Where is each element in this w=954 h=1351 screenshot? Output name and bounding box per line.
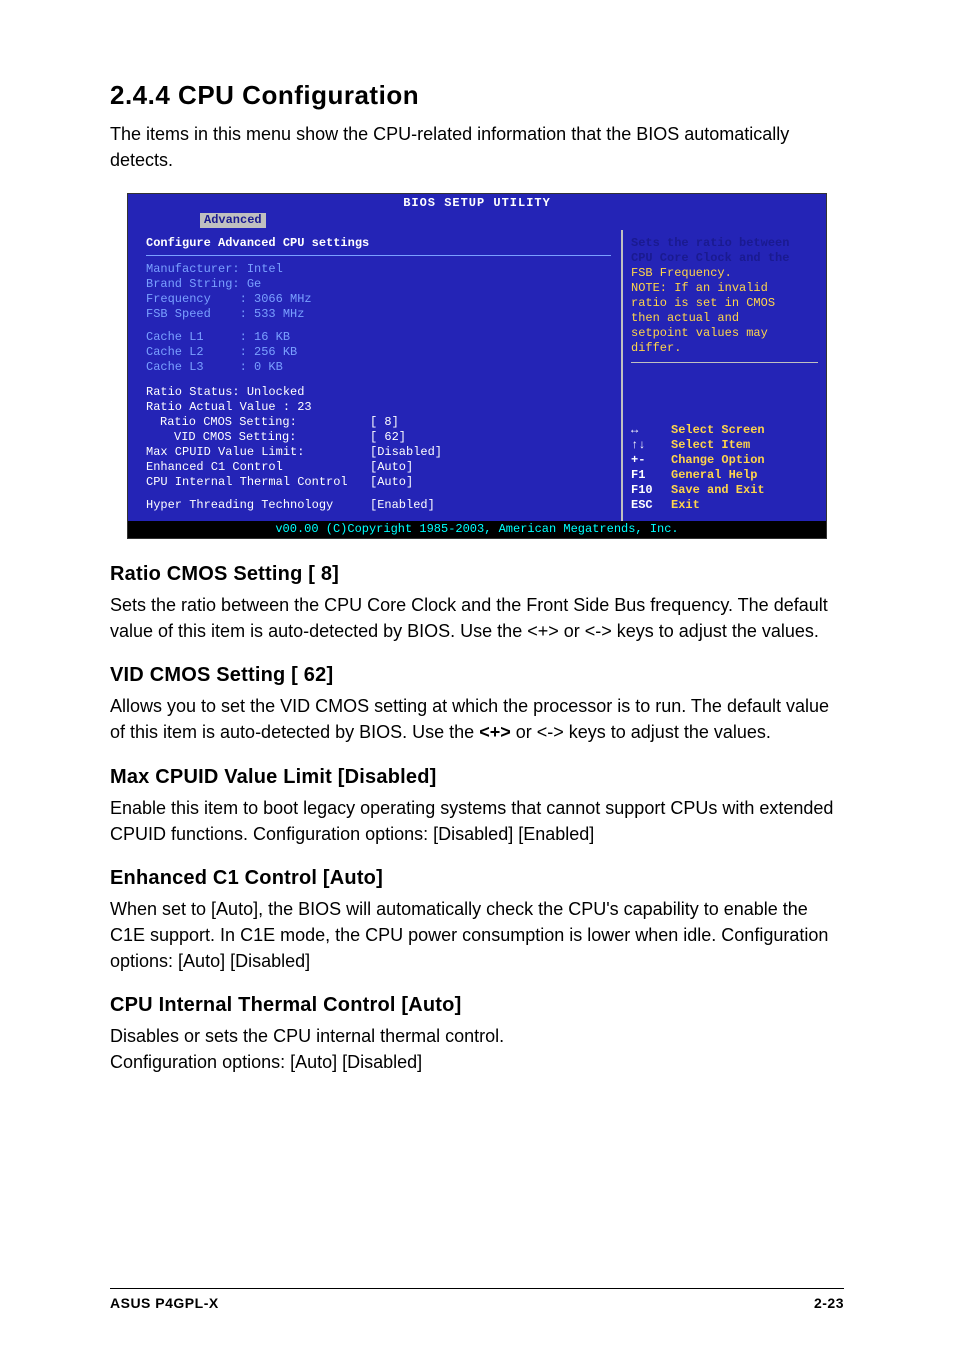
- nav-desc: Exit: [671, 498, 700, 513]
- setting-value: [Enabled]: [370, 498, 435, 513]
- sub-cpuid-body: Enable this item to boot legacy operatin…: [110, 795, 844, 847]
- sub-ratio-body: Sets the ratio between the CPU Core Cloc…: [110, 592, 844, 644]
- bios-copyright: v00.00 (C)Copyright 1985-2003, American …: [128, 521, 826, 538]
- help-line: FSB Frequency.: [631, 266, 818, 281]
- ratio-actual: Ratio Actual Value : 23: [146, 400, 611, 415]
- cpu-l1: Cache L1 : 16 KB: [146, 330, 611, 345]
- section-title: 2.4.4 CPU Configuration: [110, 80, 844, 111]
- sub-ratio-title: Ratio CMOS Setting [ 8]: [110, 563, 844, 586]
- nav-change-option: +-Change Option: [631, 453, 818, 468]
- setting-label: Ratio CMOS Setting:: [160, 415, 370, 430]
- help-line: CPU Core Clock and the: [631, 251, 818, 266]
- bios-left-pane: Configure Advanced CPU settings Manufact…: [128, 230, 621, 521]
- nav-exit: ESCExit: [631, 498, 818, 513]
- text-line: Configuration options: [Auto] [Disabled]: [110, 1052, 422, 1072]
- page-footer: ASUS P4GPL-X 2-23: [110, 1288, 844, 1311]
- nav-key: ESC: [631, 498, 671, 513]
- bios-nav: ↔Select Screen ↑↓Select Item +-Change Op…: [631, 423, 818, 513]
- setting-max-cpuid[interactable]: Max CPUID Value Limit: [Disabled]: [146, 445, 611, 460]
- setting-value: [Auto]: [370, 475, 413, 490]
- nav-desc: Select Screen: [671, 423, 765, 438]
- sub-vid-body: Allows you to set the VID CMOS setting a…: [110, 693, 844, 745]
- sub-c1-title: Enhanced C1 Control [Auto]: [110, 867, 844, 890]
- setting-value: [ 62]: [370, 430, 406, 445]
- text-bold: <+>: [479, 722, 511, 742]
- bios-tab-advanced[interactable]: Advanced: [200, 213, 266, 228]
- sub-c1-body: When set to [Auto], the BIOS will automa…: [110, 896, 844, 974]
- help-line: Sets the ratio between: [631, 236, 818, 251]
- cpu-l3: Cache L3 : 0 KB: [146, 360, 611, 375]
- text-line: Disables or sets the CPU internal therma…: [110, 1026, 504, 1046]
- nav-key: +-: [631, 453, 671, 468]
- nav-key: ↑↓: [631, 438, 671, 453]
- setting-label: Hyper Threading Technology: [146, 498, 370, 513]
- bios-tabs: Advanced: [128, 213, 826, 230]
- setting-label: VID CMOS Setting:: [174, 430, 370, 445]
- help-line: NOTE: If an invalid: [631, 281, 818, 296]
- setting-value: [Disabled]: [370, 445, 442, 460]
- nav-select-screen: ↔Select Screen: [631, 423, 818, 438]
- nav-key: F1: [631, 468, 671, 483]
- setting-thermal[interactable]: CPU Internal Thermal Control [Auto]: [146, 475, 611, 490]
- nav-general-help: F1General Help: [631, 468, 818, 483]
- setting-value: [Auto]: [370, 460, 413, 475]
- setting-label: Enhanced C1 Control: [146, 460, 370, 475]
- setting-label: CPU Internal Thermal Control: [146, 475, 370, 490]
- help-line: setpoint values may: [631, 326, 818, 341]
- nav-desc: Select Item: [671, 438, 750, 453]
- nav-save-exit: F10Save and Exit: [631, 483, 818, 498]
- sub-vid-title: VID CMOS Setting [ 62]: [110, 664, 844, 687]
- footer-right: 2-23: [814, 1295, 844, 1311]
- setting-ratio-cmos[interactable]: Ratio CMOS Setting: [ 8]: [146, 415, 611, 430]
- section-intro: The items in this menu show the CPU-rela…: [110, 121, 844, 173]
- cpu-frequency: Frequency : 3066 MHz: [146, 292, 611, 307]
- nav-key: ↔: [631, 423, 671, 438]
- cpu-l2: Cache L2 : 256 KB: [146, 345, 611, 360]
- nav-desc: Change Option: [671, 453, 765, 468]
- text-part: or <-> keys to adjust the values.: [511, 722, 771, 742]
- cpu-fsb: FSB Speed : 533 MHz: [146, 307, 611, 322]
- cpu-brand: Brand String: Ge: [146, 277, 611, 292]
- ratio-status: Ratio Status: Unlocked: [146, 385, 611, 400]
- footer-left: ASUS P4GPL-X: [110, 1295, 219, 1311]
- bios-help-pane: Sets the ratio between CPU Core Clock an…: [621, 230, 826, 521]
- nav-select-item: ↑↓Select Item: [631, 438, 818, 453]
- nav-key: F10: [631, 483, 671, 498]
- nav-desc: Save and Exit: [671, 483, 765, 498]
- setting-value: [ 8]: [370, 415, 399, 430]
- setting-label: Max CPUID Value Limit:: [146, 445, 370, 460]
- help-line: then actual and: [631, 311, 818, 326]
- bios-title: BIOS SETUP UTILITY: [128, 194, 826, 213]
- bios-divider: [146, 255, 611, 256]
- bios-screenshot: BIOS SETUP UTILITY Advanced Configure Ad…: [127, 193, 827, 539]
- sub-cpuid-title: Max CPUID Value Limit [Disabled]: [110, 766, 844, 789]
- setting-hyper-threading[interactable]: Hyper Threading Technology [Enabled]: [146, 498, 611, 513]
- cpu-manufacturer: Manufacturer: Intel: [146, 262, 611, 277]
- help-line: ratio is set in CMOS: [631, 296, 818, 311]
- nav-desc: General Help: [671, 468, 757, 483]
- sub-thermal-body: Disables or sets the CPU internal therma…: [110, 1023, 844, 1075]
- help-line: differ.: [631, 341, 818, 356]
- sub-thermal-title: CPU Internal Thermal Control [Auto]: [110, 994, 844, 1017]
- bios-headline: Configure Advanced CPU settings: [146, 236, 611, 251]
- setting-enhanced-c1[interactable]: Enhanced C1 Control [Auto]: [146, 460, 611, 475]
- setting-vid-cmos[interactable]: VID CMOS Setting: [ 62]: [146, 430, 611, 445]
